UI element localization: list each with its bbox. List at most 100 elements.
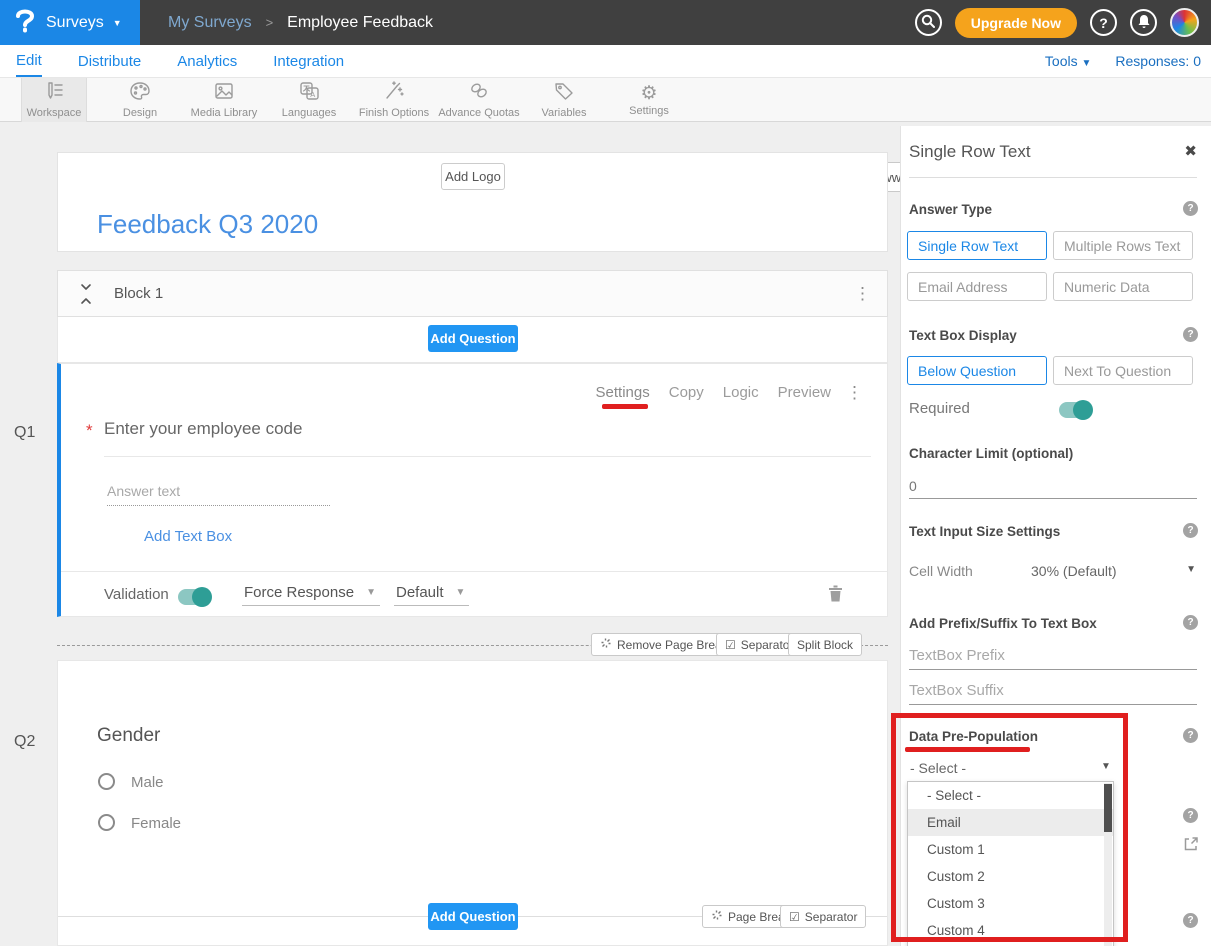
checkbox-icon: ☑ xyxy=(789,910,800,924)
cell-width-dropdown[interactable]: 30% (Default) xyxy=(1031,563,1117,579)
answer-text-placeholder[interactable]: Answer text xyxy=(107,483,180,499)
dropdown-option-custom4[interactable]: Custom 4 xyxy=(908,917,1113,944)
required-asterisk: * xyxy=(86,421,93,441)
breadcrumb-current: Employee Feedback xyxy=(287,14,433,32)
tab-integration[interactable]: Integration xyxy=(273,45,344,77)
question-menu-kebab-icon[interactable]: ⋮ xyxy=(846,383,863,403)
validation-type-dropdown[interactable]: Default▼ xyxy=(394,584,469,606)
top-bar: Surveys ▼ My Surveys > Employee Feedback… xyxy=(0,0,1211,45)
translate-icon: A xyxy=(298,81,320,106)
tab-edit[interactable]: Edit xyxy=(16,45,42,77)
required-toggle[interactable] xyxy=(1059,402,1092,418)
checkbox-icon: ☑ xyxy=(725,638,736,652)
display-below-question[interactable]: Below Question xyxy=(907,356,1047,385)
surveys-menu[interactable]: Surveys ▼ xyxy=(0,0,140,45)
answer-type-multiple-rows[interactable]: Multiple Rows Text xyxy=(1053,231,1193,260)
add-logo-button[interactable]: Add Logo xyxy=(441,163,505,190)
external-link-icon[interactable] xyxy=(1183,836,1199,857)
avatar[interactable] xyxy=(1170,8,1199,37)
upgrade-now-button[interactable]: Upgrade Now xyxy=(955,8,1077,38)
dropdown-option-select[interactable]: - Select - xyxy=(908,782,1113,809)
toolbar-workspace[interactable]: Workspace xyxy=(21,78,87,122)
magic-wand-icon xyxy=(383,81,405,106)
textbox-prefix-input[interactable]: TextBox Prefix xyxy=(909,647,1005,664)
chevron-down-icon[interactable]: ▼ xyxy=(1101,761,1111,772)
chevron-down-icon: ▼ xyxy=(1081,58,1091,69)
hidden-section-help-icon[interactable]: ? xyxy=(1183,808,1198,823)
data-prepopulation-help-icon[interactable]: ? xyxy=(1183,728,1198,743)
separator-button-bottom[interactable]: ☑ Separator xyxy=(780,905,866,928)
dropdown-option-custom3[interactable]: Custom 3 xyxy=(908,890,1113,917)
toolbar-media-library[interactable]: Media Library xyxy=(176,78,272,122)
brand-label: Surveys xyxy=(46,14,104,32)
validation-toggle[interactable] xyxy=(178,589,211,605)
add-question-button-top[interactable]: Add Question xyxy=(428,325,518,352)
character-limit-input[interactable]: 0 xyxy=(909,478,917,494)
question-tab-preview[interactable]: Preview xyxy=(778,384,831,401)
editor-toolbar: Workspace Design Media Library A Languag… xyxy=(0,77,1211,122)
block-title[interactable]: Block 1 xyxy=(114,285,163,302)
toolbar-advance-quotas[interactable]: Advance Quotas xyxy=(424,78,534,122)
textbox-suffix-input[interactable]: TextBox Suffix xyxy=(909,682,1004,699)
chevron-down-icon: ▼ xyxy=(366,587,376,598)
text-input-size-help-icon[interactable]: ? xyxy=(1183,523,1198,538)
question-tab-logic[interactable]: Logic xyxy=(723,384,759,401)
answer-type-single-row[interactable]: Single Row Text xyxy=(907,231,1047,260)
radio-female-label[interactable]: Female xyxy=(131,815,181,832)
text-box-display-label: Text Box Display xyxy=(909,328,1017,343)
dropdown-option-custom2[interactable]: Custom 2 xyxy=(908,863,1113,890)
dropdown-option-email[interactable]: Email xyxy=(908,809,1113,836)
validation-row-divider xyxy=(61,571,887,572)
notifications-button[interactable] xyxy=(1130,9,1157,36)
responses-count[interactable]: Responses: 0 xyxy=(1115,53,1201,69)
data-prepopulation-select[interactable]: - Select - xyxy=(910,760,966,776)
chevron-down-icon[interactable]: ▼ xyxy=(1186,564,1196,575)
suffix-underline xyxy=(909,704,1197,705)
toolbar-languages[interactable]: A Languages xyxy=(267,78,351,122)
radio-male-label[interactable]: Male xyxy=(131,774,164,791)
toolbar-design[interactable]: Design xyxy=(100,78,180,122)
help-button[interactable]: ? xyxy=(1090,9,1117,36)
dropdown-scrollbar-thumb[interactable] xyxy=(1104,784,1112,832)
answer-type-numeric[interactable]: Numeric Data xyxy=(1053,272,1193,301)
search-icon xyxy=(921,14,935,31)
bell-icon xyxy=(1137,14,1151,32)
remove-page-break-button[interactable]: Remove Page Break xyxy=(591,633,737,656)
question-text-underline xyxy=(104,456,871,457)
question-tab-copy[interactable]: Copy xyxy=(669,384,704,401)
force-response-dropdown[interactable]: Force Response▼ xyxy=(242,584,380,606)
add-text-box-link[interactable]: Add Text Box xyxy=(144,528,232,545)
radio-female[interactable] xyxy=(98,814,115,831)
add-question-button-bottom[interactable]: Add Question xyxy=(428,903,518,930)
question-mark-icon: ? xyxy=(1099,15,1108,31)
split-block-button[interactable]: Split Block xyxy=(788,633,862,656)
toolbar-variables[interactable]: Variables xyxy=(524,78,604,122)
prefix-suffix-help-icon[interactable]: ? xyxy=(1183,615,1198,630)
panel-divider xyxy=(909,177,1197,178)
question-settings-panel: Single Row Text ✖ Answer Type ? Single R… xyxy=(900,126,1211,946)
block-menu-kebab-icon[interactable]: ⋮ xyxy=(854,284,871,304)
collapse-block-icon[interactable] xyxy=(79,283,93,310)
dropdown-option-custom1[interactable]: Custom 1 xyxy=(908,836,1113,863)
toolbar-settings[interactable]: ⚙ Settings xyxy=(609,78,689,122)
close-icon[interactable]: ✖ xyxy=(1184,142,1197,160)
chain-links-icon xyxy=(468,81,490,106)
question-1-text[interactable]: Enter your employee code xyxy=(104,419,302,439)
delete-question-button[interactable] xyxy=(828,584,843,607)
tab-analytics[interactable]: Analytics xyxy=(177,45,237,77)
hidden-section-help-icon-2[interactable]: ? xyxy=(1183,913,1198,928)
search-button[interactable] xyxy=(915,9,942,36)
display-next-to-question[interactable]: Next To Question xyxy=(1053,356,1193,385)
question-tab-settings[interactable]: Settings xyxy=(596,384,650,401)
survey-title[interactable]: Feedback Q3 2020 xyxy=(97,209,318,240)
dropdown-scrollbar[interactable] xyxy=(1104,783,1112,946)
answer-type-email[interactable]: Email Address xyxy=(907,272,1047,301)
radio-male[interactable] xyxy=(98,773,115,790)
breadcrumb-my-surveys[interactable]: My Surveys xyxy=(168,14,252,32)
question-2-text[interactable]: Gender xyxy=(97,725,160,747)
tools-dropdown[interactable]: Tools ▼ xyxy=(1045,53,1091,69)
workspace-icon xyxy=(43,81,65,106)
tab-distribute[interactable]: Distribute xyxy=(78,45,141,77)
text-box-display-help-icon[interactable]: ? xyxy=(1183,327,1198,342)
answer-type-help-icon[interactable]: ? xyxy=(1183,201,1198,216)
